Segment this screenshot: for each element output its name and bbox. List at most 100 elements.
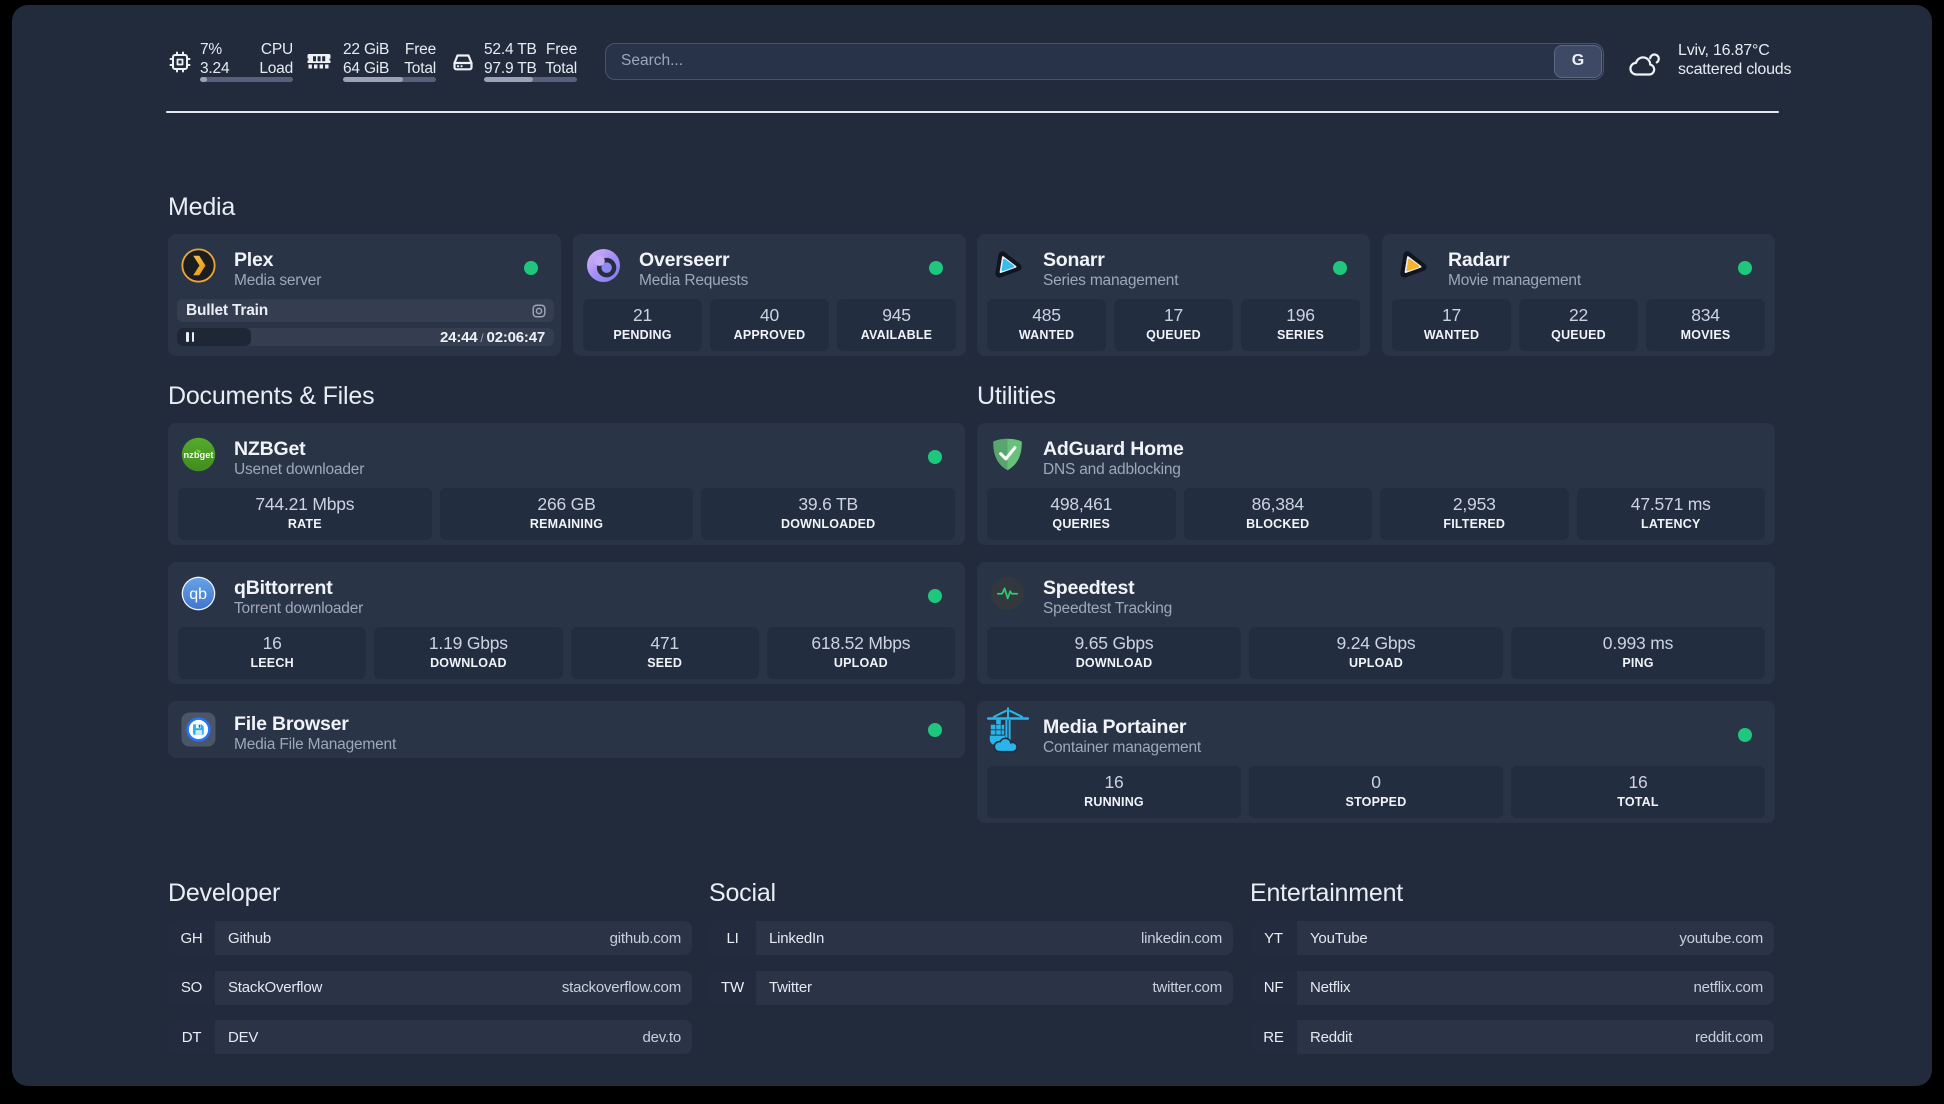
bookmark-url: linkedin.com: [1141, 929, 1222, 947]
stat-block: 16 LEECH: [178, 627, 367, 679]
stat-block: 834 MOVIES: [1646, 299, 1765, 351]
cpu-load-label: Load: [259, 59, 293, 77]
now-playing-row: Bullet Train: [177, 299, 554, 322]
status-dot-online: [928, 450, 942, 464]
stat-label: RUNNING: [1084, 795, 1144, 809]
topbar-divider: [166, 111, 1779, 113]
stat-block: 16 RUNNING: [987, 766, 1241, 818]
service-card-sonarr[interactable]: Sonarr Series management 485 WANTED 17 Q…: [977, 234, 1370, 356]
stat-block: 86,384 BLOCKED: [1183, 488, 1372, 540]
stat-label: QUEUED: [1551, 328, 1606, 342]
service-card-adguard-home[interactable]: AdGuard Home DNS and adblocking 498,461 …: [977, 423, 1775, 545]
qbittorrent-icon: qb: [181, 576, 216, 611]
stat-label: PING: [1622, 656, 1654, 670]
stat-value: 22: [1568, 305, 1589, 325]
stat-value: 40: [759, 305, 780, 325]
stat-block: 22 QUEUED: [1519, 299, 1638, 351]
stat-value: 744.21 Mbps: [255, 494, 355, 514]
stat-label: REMAINING: [529, 517, 604, 531]
service-card-nzbget[interactable]: nzbget NZBGet Usenet downloader 744.21 M…: [168, 423, 965, 545]
service-card-filebrowser[interactable]: File Browser Media File Management: [168, 701, 965, 758]
service-description: Speedtest Tracking: [1043, 599, 1173, 617]
group-title-media: Media: [168, 193, 236, 221]
bookmark-linkedin[interactable]: LI LinkedIn linkedin.com: [709, 921, 1233, 955]
stat-value: 834: [1691, 305, 1720, 325]
stat-block: 1.19 Gbps DOWNLOAD: [374, 627, 563, 679]
stat-label: DOWNLOAD: [430, 656, 507, 670]
stat-block: 2,953 FILTERED: [1380, 488, 1569, 540]
overseerr-icon: [586, 248, 621, 283]
nzbget-icon: nzbget: [181, 437, 216, 472]
bookmark-abbr: NF: [1250, 970, 1297, 1005]
stat-block: 485 WANTED: [987, 299, 1106, 351]
bookmark-github[interactable]: GH Github github.com: [168, 921, 692, 955]
stat-value: 618.52 Mbps: [811, 633, 911, 653]
service-name: Sonarr: [1043, 249, 1105, 271]
service-description: Media server: [234, 271, 322, 289]
pause-icon[interactable]: [186, 332, 194, 342]
stat-value: 17: [1163, 305, 1184, 325]
stat-value: 2,953: [1452, 494, 1496, 514]
service-description: DNS and adblocking: [1043, 460, 1181, 478]
stat-value: 945: [882, 305, 911, 325]
stat-label: MOVIES: [1680, 328, 1731, 342]
search-provider-button[interactable]: G: [1554, 44, 1602, 78]
bookmark-url: twitter.com: [1152, 979, 1223, 996]
service-card-media-portainer[interactable]: Media Portainer Container management 16 …: [977, 701, 1775, 823]
service-name: NZBGet: [234, 438, 306, 460]
stat-value: 9.24 Gbps: [1336, 633, 1416, 653]
bookmark-url: github.com: [609, 929, 682, 947]
bookmark-name: StackOverflow: [228, 979, 323, 996]
stat-label: APPROVED: [733, 328, 806, 342]
stat-value: 196: [1286, 305, 1315, 325]
stat-block: 40 APPROVED: [710, 299, 829, 351]
bookmark-abbr: TW: [709, 970, 756, 1005]
bookmark-twitter[interactable]: TW Twitter twitter.com: [709, 970, 1233, 1005]
group-title-developer: Developer: [168, 879, 281, 907]
bookmark-name: Twitter: [769, 979, 812, 996]
camera-icon[interactable]: [532, 304, 546, 318]
bookmark-youtube[interactable]: YT YouTube youtube.com: [1250, 921, 1774, 955]
bookmark-reddit[interactable]: RE Reddit reddit.com: [1250, 1020, 1774, 1054]
svg-text:qb: qb: [189, 585, 207, 603]
service-description: Media File Management: [234, 735, 397, 753]
memory-icon: [307, 52, 331, 76]
bookmark-abbr: RE: [1250, 1020, 1297, 1054]
stat-block: 17 WANTED: [1392, 299, 1511, 351]
service-card-speedtest[interactable]: Speedtest Speedtest Tracking 9.65 Gbps D…: [977, 562, 1775, 684]
memory-total-value: 64 GiB: [343, 59, 390, 77]
cpu-icon: [168, 50, 192, 74]
svg-text:nzbget: nzbget: [183, 450, 213, 460]
sonarr-icon: [990, 248, 1025, 283]
cpu-progress-fill: [200, 77, 208, 82]
stat-label: WANTED: [1018, 328, 1075, 342]
search-input[interactable]: [621, 43, 1421, 79]
group-title-utilities: Utilities: [977, 382, 1056, 410]
disk-progress-track: [484, 77, 577, 82]
service-card-qbittorrent[interactable]: qb qBittorrent Torrent downloader 16 LEE…: [168, 562, 965, 684]
stat-label: LEECH: [250, 656, 294, 670]
stat-label: PENDING: [613, 328, 672, 342]
stat-block: 9.65 Gbps DOWNLOAD: [987, 627, 1241, 679]
service-card-overseerr[interactable]: Overseerr Media Requests 21 PENDING 40 A…: [573, 234, 966, 356]
service-card-plex[interactable]: Plex Media server Bullet Train 24:44/02:…: [168, 234, 561, 356]
stat-label: QUERIES: [1052, 517, 1111, 531]
cpu-progress-track: [200, 77, 293, 82]
weather-location-temp: Lviv, 16.87°C: [1678, 42, 1770, 59]
bookmark-name: YouTube: [1310, 929, 1368, 947]
service-name: Radarr: [1448, 249, 1510, 271]
stat-label: QUEUED: [1146, 328, 1201, 342]
stat-value: 0: [1371, 772, 1381, 792]
stat-value: 485: [1032, 305, 1061, 325]
bookmark-url: reddit.com: [1694, 1028, 1763, 1046]
bookmark-dev[interactable]: DT DEV dev.to: [168, 1020, 692, 1054]
bookmark-abbr: SO: [168, 970, 215, 1005]
bookmark-stackoverflow[interactable]: SO StackOverflow stackoverflow.com: [168, 970, 692, 1005]
service-description: Torrent downloader: [234, 599, 364, 617]
stat-value: 16: [262, 633, 282, 653]
stat-label: AVAILABLE: [860, 328, 933, 342]
service-card-radarr[interactable]: Radarr Movie management 17 WANTED 22 QUE…: [1382, 234, 1775, 356]
bookmark-netflix[interactable]: NF Netflix netflix.com: [1250, 970, 1774, 1005]
stat-block: 9.24 Gbps UPLOAD: [1249, 627, 1503, 679]
stat-label: LATENCY: [1641, 517, 1701, 531]
